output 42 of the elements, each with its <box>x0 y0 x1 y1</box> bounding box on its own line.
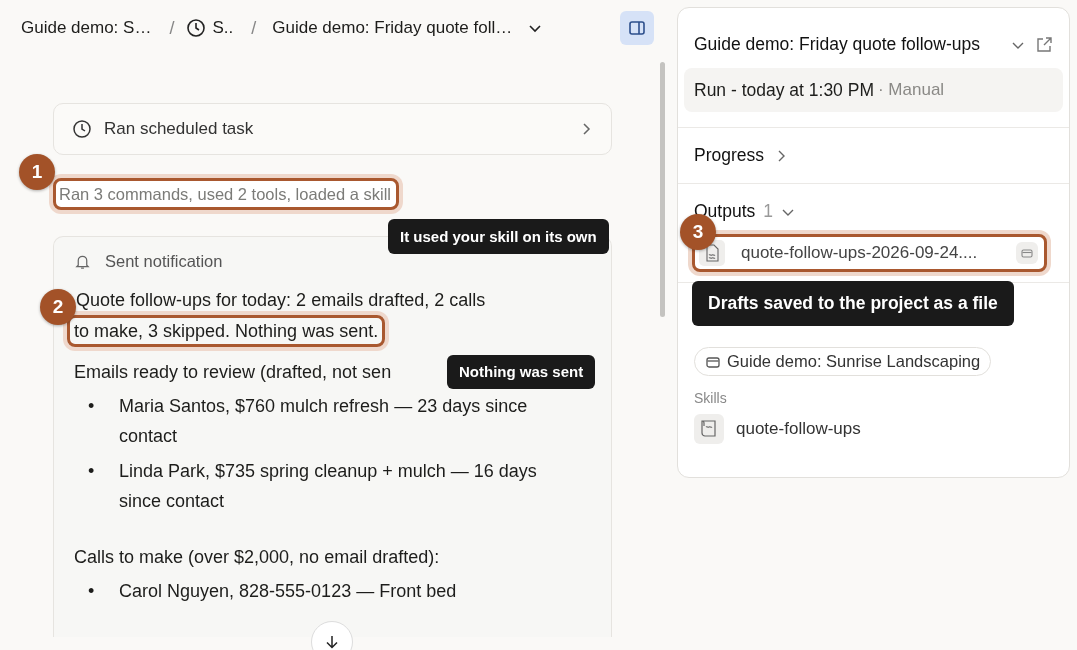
panel-toggle-button[interactable] <box>620 11 654 45</box>
bullet-marker: • <box>88 395 96 418</box>
bullet-marker: • <box>88 580 96 603</box>
tooltip: Nothing was sent <box>447 355 596 389</box>
project-chip[interactable]: Guide demo: Sunrise Landscaping <box>694 347 992 376</box>
message-text: Quote follow-ups for today: 2 emails drafted, 2 calls <box>75 289 487 312</box>
breadcrumb-link[interactable]: Guide demo: S… <box>21 18 152 38</box>
scrollbar[interactable] <box>660 62 665 317</box>
skill-name[interactable]: quote-follow-ups <box>736 419 861 439</box>
activity-summary[interactable]: Ran 3 commands, used 2 tools, loaded a skill <box>56 181 396 207</box>
breadcrumb-link[interactable]: S.. <box>212 18 234 38</box>
bullet-marker: • <box>88 460 96 483</box>
step-number-badge: 1 <box>19 154 55 190</box>
outputs-count: 1 <box>763 201 774 222</box>
list-item: Linda Park, $735 spring cleanup + mulch — 16 days since contact <box>119 460 538 513</box>
list-item: Carol Nguyen, 828-555-0123 — Front bed <box>119 580 457 603</box>
list-item: Maria Santos, $760 mulch refresh — 23 days since contact <box>119 395 529 448</box>
sidebar-icon <box>628 19 646 37</box>
external-link-icon[interactable] <box>1035 35 1053 54</box>
section-heading: Calls to make (over $2,000, no email drafted): <box>74 546 440 569</box>
skills-label: Skills <box>694 390 728 406</box>
file-name: quote-follow-ups-2026-09-24.... <box>741 243 979 263</box>
breadcrumb-separator: / <box>251 17 257 39</box>
section-heading: Emails ready to review (drafted, not sen <box>74 361 392 384</box>
message-text: to make, 3 skipped. Nothing was sent. <box>74 321 379 341</box>
clock-icon <box>186 18 207 38</box>
tooltip: It used your skill on its own <box>388 219 609 254</box>
run-time: Run - today at 1:30 PM <box>694 79 874 101</box>
run-trigger: · Manual <box>877 80 945 100</box>
output-file-row[interactable]: quote-follow-ups-2026-09-24.... <box>695 237 1044 269</box>
tooltip: Drafts saved to the project as a file <box>692 281 1014 326</box>
notification-label: Sent notification <box>105 251 223 271</box>
clock-icon <box>72 119 92 139</box>
panel-title: Guide demo: Friday quote follow-ups <box>694 34 981 55</box>
scroll-icon <box>694 414 724 444</box>
arrow-down-icon <box>324 634 340 650</box>
step-number-badge: 2 <box>40 289 76 325</box>
scheduled-task-card[interactable]: Ran scheduled task <box>53 103 612 155</box>
breadcrumb-link[interactable]: Guide demo: Friday quote foll… <box>272 18 513 38</box>
progress-toggle[interactable]: Progress <box>678 128 805 183</box>
task-card-title: Ran scheduled task <box>104 119 255 139</box>
breadcrumb-separator: / <box>169 17 175 39</box>
